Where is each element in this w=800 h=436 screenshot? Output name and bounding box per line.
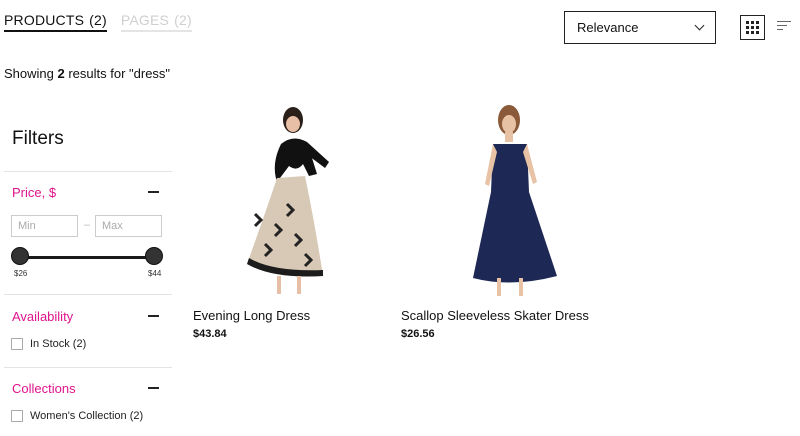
tab-pages-count: (2) bbox=[174, 12, 192, 28]
collection-option-womens[interactable]: Women's Collection (2) bbox=[11, 410, 143, 422]
product-title[interactable]: Evening Long Dress bbox=[193, 308, 310, 323]
womens-collection-checkbox[interactable] bbox=[11, 410, 23, 422]
in-stock-checkbox[interactable] bbox=[11, 338, 23, 350]
tab-products-label: PRODUCTS bbox=[4, 12, 85, 28]
availability-divider bbox=[4, 367, 172, 368]
tab-pages[interactable]: PAGES (2) bbox=[120, 12, 192, 32]
womens-collection-label: Women's Collection (2) bbox=[30, 410, 144, 422]
chevron-down-icon bbox=[694, 20, 705, 31]
price-max-input[interactable]: Max bbox=[95, 215, 162, 237]
product-image-evening-long-dress[interactable] bbox=[225, 104, 385, 304]
tab-products[interactable]: PRODUCTS (2) bbox=[4, 12, 107, 32]
grid-icon bbox=[746, 21, 749, 24]
filters-title: Filters bbox=[12, 128, 64, 149]
in-stock-label: In Stock (2) bbox=[30, 338, 87, 350]
sort-dropdown[interactable]: Relevance bbox=[564, 11, 716, 44]
collections-filter-title[interactable]: Collections bbox=[12, 381, 76, 396]
results-summary: Showing 2 results for "dress" bbox=[4, 66, 170, 81]
sort-selected-value: Relevance bbox=[577, 20, 639, 35]
tab-products-count: (2) bbox=[89, 12, 107, 28]
list-icon bbox=[777, 21, 791, 22]
result-tabs: PRODUCTS (2) PAGES (2) bbox=[4, 12, 192, 32]
tab-pages-label: PAGES bbox=[120, 12, 170, 28]
availability-filter-title[interactable]: Availability bbox=[12, 309, 73, 324]
price-slider-min-handle[interactable] bbox=[11, 247, 29, 265]
collapse-collections-icon[interactable] bbox=[148, 387, 159, 389]
grid-view-button[interactable] bbox=[740, 15, 765, 40]
results-query: "dress" bbox=[129, 66, 171, 81]
price-slider-max-handle[interactable] bbox=[145, 247, 163, 265]
price-range-max-label: $44 bbox=[148, 269, 162, 278]
price-range-min-label: $26 bbox=[14, 269, 28, 278]
price-min-input[interactable]: Min bbox=[11, 215, 78, 237]
filters-divider bbox=[4, 171, 172, 172]
product-image-scallop-skater-dress[interactable] bbox=[439, 104, 599, 304]
results-prefix: Showing bbox=[4, 66, 58, 81]
list-view-button[interactable] bbox=[777, 21, 791, 33]
price-divider bbox=[4, 294, 172, 295]
price-slider-track[interactable] bbox=[20, 256, 155, 259]
price-range-separator: – bbox=[84, 219, 91, 231]
product-price: $26.56 bbox=[401, 328, 435, 340]
results-middle: results for bbox=[64, 66, 130, 81]
collapse-price-icon[interactable] bbox=[148, 191, 159, 193]
product-price: $43.84 bbox=[193, 328, 227, 340]
product-title[interactable]: Scallop Sleeveless Skater Dress bbox=[401, 308, 589, 323]
results-count: 2 bbox=[57, 66, 65, 81]
price-filter-title[interactable]: Price, $ bbox=[12, 185, 56, 200]
collapse-availability-icon[interactable] bbox=[148, 315, 159, 317]
availability-option-in-stock[interactable]: In Stock (2) bbox=[11, 338, 86, 350]
